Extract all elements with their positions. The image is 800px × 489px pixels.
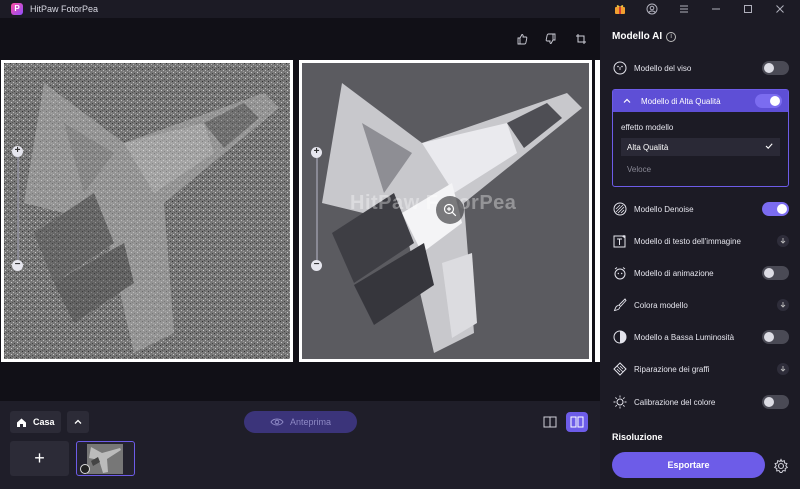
model-row-colorize[interactable]: Colora modello	[612, 292, 789, 318]
panel-title: Modello AI i	[612, 31, 677, 42]
model-label: Modello del viso	[634, 63, 692, 73]
model-row-scratch[interactable]: Riparazione dei graffi	[612, 356, 789, 382]
animation-icon	[612, 265, 628, 281]
resolution-title: Risoluzione	[612, 432, 663, 442]
brightness-half-icon	[612, 329, 628, 345]
original-image	[4, 63, 290, 359]
color-calibration-toggle[interactable]	[762, 395, 789, 409]
account-icon[interactable]	[644, 1, 660, 17]
magnify-icon[interactable]	[436, 196, 464, 224]
option-fast[interactable]: Veloce	[621, 160, 780, 178]
zoom-out-left-button[interactable]: −	[12, 260, 23, 271]
model-label: Modello Denoise	[634, 204, 694, 214]
denoise-model-toggle[interactable]	[762, 202, 789, 216]
low-light-model-toggle[interactable]	[762, 330, 789, 344]
home-icon	[17, 418, 26, 427]
thumbs-down-icon[interactable]	[544, 32, 558, 46]
thumbnail-image	[87, 444, 123, 474]
zoom-in-left-button[interactable]: +	[12, 146, 23, 157]
model-label: Calibrazione del colore	[634, 397, 716, 407]
scratch-repair-icon	[612, 361, 628, 377]
split-view-icon	[543, 416, 557, 428]
model-label: Modello di Alta Qualità	[641, 96, 721, 106]
thumbs-up-icon[interactable]	[515, 32, 529, 46]
bottom-bar: Casa Anteprima +	[0, 401, 600, 489]
high-quality-model-toggle[interactable]	[755, 94, 782, 108]
side-by-side-icon	[570, 416, 584, 428]
minimize-icon[interactable]	[708, 1, 724, 17]
animation-model-toggle[interactable]	[762, 266, 789, 280]
model-row-color-calibration[interactable]: Calibrazione del colore	[612, 389, 789, 415]
face-icon	[612, 60, 628, 76]
zoom-in-right-button[interactable]: +	[311, 147, 322, 158]
download-icon[interactable]	[777, 235, 789, 247]
face-model-toggle[interactable]	[762, 61, 789, 75]
model-label: Colora modello	[634, 300, 688, 310]
paint-brush-icon	[612, 297, 628, 313]
chevron-up-icon[interactable]	[619, 93, 635, 109]
model-label: Modello di testo dell'immagine	[634, 236, 741, 246]
home-button[interactable]: Casa	[10, 411, 61, 433]
close-icon[interactable]	[772, 1, 788, 17]
settings-gear-icon[interactable]	[773, 458, 789, 474]
maximize-icon[interactable]	[740, 1, 756, 17]
preview-button[interactable]: Anteprima	[244, 411, 357, 433]
app-title: HitPaw FotorPea	[30, 4, 99, 14]
sun-icon	[612, 394, 628, 410]
chevron-up-icon	[74, 419, 82, 424]
image-thumbnail[interactable]	[76, 441, 135, 476]
text-image-icon	[612, 233, 628, 249]
denoise-icon	[612, 201, 628, 217]
title-bar: P HitPaw FotorPea	[0, 0, 800, 18]
download-icon[interactable]	[777, 363, 789, 375]
zoom-slider-right[interactable]	[316, 158, 318, 260]
preview-label: Anteprima	[289, 417, 332, 427]
export-button[interactable]: Esportare	[612, 452, 765, 478]
home-label: Casa	[33, 417, 55, 427]
crop-icon[interactable]	[574, 32, 588, 46]
model-row-animation[interactable]: Modello di animazione	[612, 260, 789, 286]
app-logo: P	[11, 3, 23, 15]
model-label: Modello a Bassa Luminosità	[634, 332, 735, 342]
single-view-button[interactable]	[541, 413, 559, 431]
menu-icon[interactable]	[676, 1, 692, 17]
check-icon	[765, 143, 773, 149]
model-row-denoise[interactable]: Modello Denoise	[612, 196, 789, 222]
high-quality-model-header[interactable]: Modello di Alta Qualità	[613, 90, 788, 112]
original-image-panel	[1, 60, 293, 362]
download-icon[interactable]	[777, 299, 789, 311]
add-image-button[interactable]: +	[10, 441, 69, 476]
option-label: Veloce	[627, 164, 652, 174]
model-label: Modello di animazione	[634, 268, 714, 278]
option-high-quality[interactable]: Alta Qualità	[621, 138, 780, 156]
option-label: Alta Qualità	[627, 142, 669, 152]
processing-clock-icon	[80, 464, 90, 474]
model-effect-label: effetto modello	[621, 123, 674, 132]
panel-title-text: Modello AI	[612, 31, 663, 42]
watermark: HitPaw FotorPea	[350, 192, 517, 214]
model-label: Riparazione dei graffi	[634, 364, 710, 374]
model-row-face[interactable]: Modello del viso	[612, 55, 789, 81]
model-row-text[interactable]: Modello di testo dell'immagine	[612, 228, 789, 254]
high-quality-model-card: Modello di Alta Qualità effetto modello …	[612, 89, 789, 187]
zoom-out-right-button[interactable]: −	[311, 260, 322, 271]
info-icon[interactable]: i	[666, 31, 677, 42]
expand-button[interactable]	[67, 411, 89, 433]
eye-icon	[270, 418, 284, 426]
gift-icon[interactable]	[612, 1, 628, 17]
model-row-low-light[interactable]: Modello a Bassa Luminosità	[612, 324, 789, 350]
compare-view-button[interactable]	[566, 412, 588, 432]
zoom-slider-left[interactable]	[17, 154, 19, 262]
